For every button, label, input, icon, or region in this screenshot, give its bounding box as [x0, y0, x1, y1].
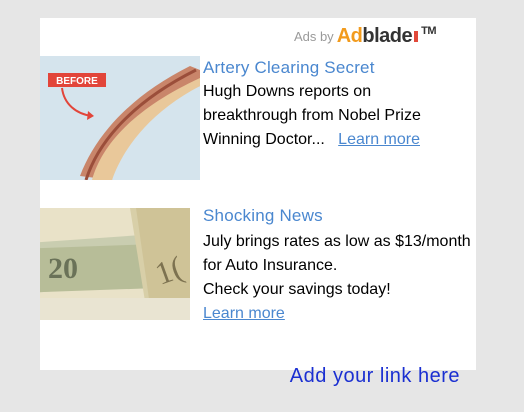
add-your-link[interactable]: Add your link here — [290, 365, 460, 388]
trademark: TM — [421, 25, 436, 37]
ad-body-insurance: July brings rates as low as $13/month fo… — [203, 230, 473, 326]
ads-by-label: Ads by — [293, 29, 334, 44]
ad-title-shocking[interactable]: Shocking News — [203, 206, 323, 225]
bill-twenty-text: 20 — [48, 252, 78, 285]
learn-more-link[interactable]: Learn more — [338, 131, 420, 148]
money-image[interactable]: 20 1( — [40, 208, 190, 320]
ad-body-text-line1: July brings rates as low as $13/month fo… — [203, 233, 471, 274]
brand-bar-icon — [414, 31, 419, 42]
ad-body-artery: Hugh Downs reports on breakthrough from … — [203, 80, 463, 152]
ad-title-artery[interactable]: Artery Clearing Secret — [203, 58, 375, 77]
ads-by-attribution[interactable]: Ads by Ad blade TM — [293, 25, 437, 48]
adblade-logo[interactable]: Ad blade TM — [336, 25, 437, 48]
ad-body-text-line2: Check your savings today! — [203, 281, 391, 298]
brand-part-ad: Ad — [336, 25, 363, 47]
ad-widget: Ads by Ad blade TM BEFORE Artery Clearin… — [40, 18, 476, 387]
artery-image[interactable]: BEFORE — [40, 56, 200, 180]
brand-part-blade: blade — [362, 25, 413, 47]
before-label: BEFORE — [56, 76, 98, 87]
learn-more-link-2[interactable]: Learn more — [203, 305, 285, 322]
